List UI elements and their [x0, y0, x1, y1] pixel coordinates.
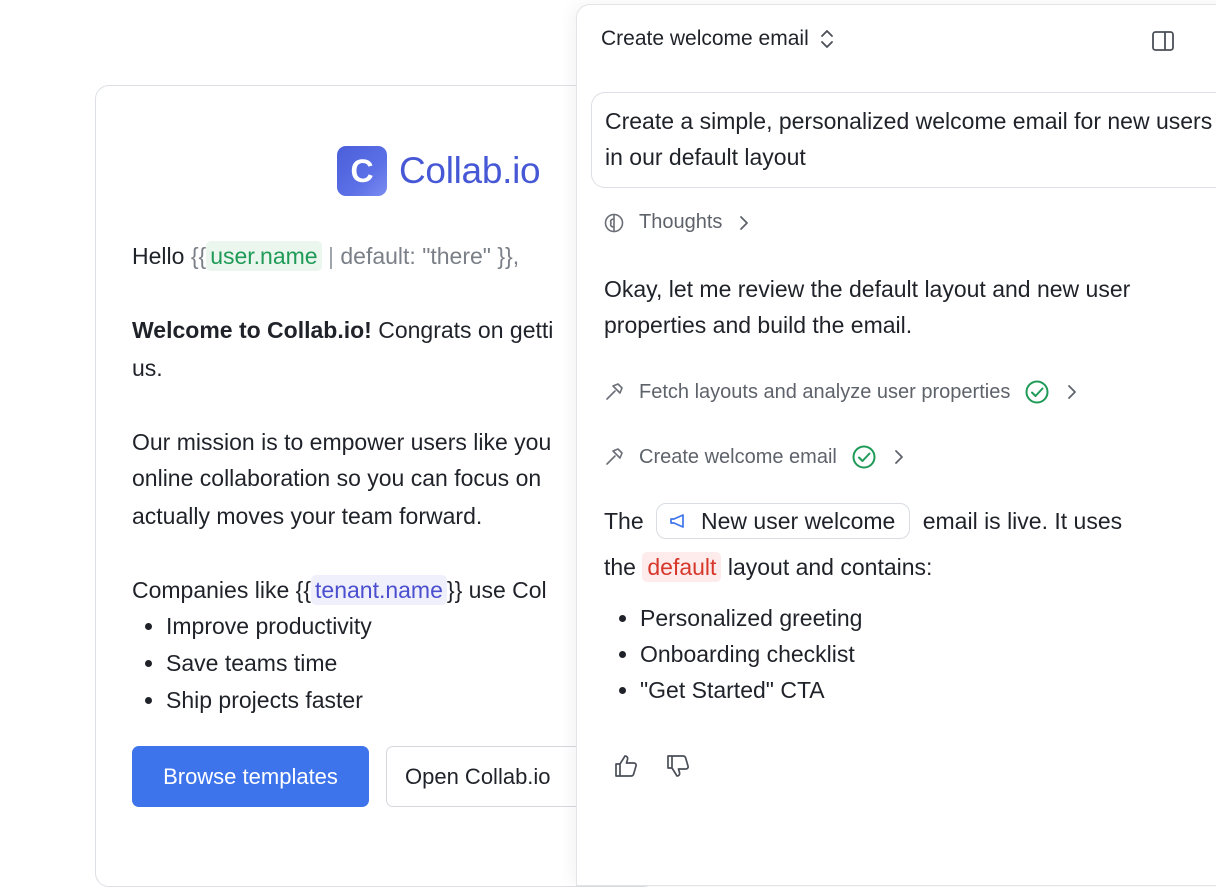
variable-tenant-name[interactable]: tenant.name	[311, 575, 447, 605]
var-open-brace: {{	[295, 577, 312, 603]
summary-line-2: the default layout and contains:	[604, 549, 932, 585]
variable-user-name[interactable]: user.name	[206, 241, 322, 271]
chevron-right-icon	[1066, 383, 1078, 401]
hammer-icon	[603, 446, 625, 468]
tool-step-label: Create welcome email	[639, 445, 837, 468]
thumbs-down-icon[interactable]	[665, 753, 691, 784]
mission-line-2: online collaboration so you can focus on	[132, 465, 542, 491]
companies-before: Companies like	[132, 577, 290, 603]
check-circle-icon	[1024, 379, 1050, 405]
panel-title: Create welcome email	[601, 27, 809, 50]
check-circle-icon	[851, 444, 877, 470]
tool-step-create[interactable]: Create welcome email	[603, 444, 905, 470]
var-close-brace: }}	[446, 577, 463, 603]
tool-step-fetch[interactable]: Fetch layouts and analyze user propertie…	[603, 379, 1078, 405]
greeting-line: Hello {{user.name | default: "there" }},	[132, 238, 519, 275]
benefit-list: Improve productivity Save teams time Shi…	[132, 608, 372, 719]
list-item: Save teams time	[166, 645, 372, 682]
variable-default: default: "there"	[340, 243, 491, 269]
assistant-reply-line-1: Okay, let me review the default layout a…	[604, 276, 1131, 302]
welcome-rest: Congrats on getti	[378, 317, 554, 343]
list-item: Onboarding checklist	[640, 636, 862, 672]
brand-logo: C Collab.io	[337, 146, 541, 196]
thoughts-label: Thoughts	[639, 211, 723, 233]
mission-line-1: Our mission is to empower users like you	[132, 429, 552, 455]
summary-line-1: The New user welcome email is live. It u…	[604, 503, 1122, 539]
user-prompt-bubble: Create a simple, personalized welcome em…	[591, 92, 1216, 188]
companies-after: use Col	[468, 577, 547, 603]
chevron-right-icon	[893, 448, 905, 466]
list-item: Personalized greeting	[640, 600, 862, 636]
user-prompt-text: Create a simple, personalized welcome em…	[605, 108, 1213, 170]
email-preview-card: C Collab.io Hello {{user.name | default:…	[95, 85, 657, 887]
welcome-bold: Welcome to Collab.io!	[132, 317, 372, 343]
summary-is-live: email is live. It uses	[922, 508, 1123, 534]
var-open-brace: {{	[190, 243, 207, 269]
summary-the: The	[604, 508, 644, 534]
template-link[interactable]: New user welcome	[656, 503, 911, 539]
summary-contains: layout and contains:	[727, 554, 933, 580]
contents-list: Personalized greeting Onboarding checkli…	[604, 600, 862, 708]
mission-line-3: actually moves your team forward.	[132, 503, 483, 529]
chevron-right-icon	[738, 214, 750, 232]
updown-chevron-icon	[819, 28, 835, 50]
layout-code: default	[642, 552, 722, 582]
brain-icon	[603, 212, 625, 234]
summary-the-2: the	[604, 554, 636, 580]
brand-mark-icon: C	[337, 146, 387, 196]
list-item: "Get Started" CTA	[640, 672, 862, 708]
panel-title-dropdown[interactable]: Create welcome email	[601, 27, 835, 51]
thumbs-up-icon[interactable]	[613, 753, 639, 784]
assistant-panel: Create welcome email Create a simple, pe…	[576, 4, 1216, 886]
open-collab-button[interactable]: Open Collab.io	[386, 746, 596, 807]
companies-line: Companies like {{tenant.name}} use Col	[132, 572, 547, 609]
greeting-hello: Hello	[132, 243, 185, 269]
list-item: Ship projects faster	[166, 682, 372, 719]
template-name: New user welcome	[701, 508, 896, 534]
assistant-reply-line-2: properties and build the email.	[604, 312, 913, 338]
sidebar-toggle-icon[interactable]	[1151, 30, 1175, 57]
welcome-line-2: us.	[132, 355, 163, 381]
hammer-icon	[603, 381, 625, 403]
brand-name: Collab.io	[399, 150, 541, 191]
list-item: Improve productivity	[166, 608, 372, 645]
browse-templates-button[interactable]: Browse templates	[132, 746, 369, 807]
tool-step-label: Fetch layouts and analyze user propertie…	[639, 380, 1011, 403]
megaphone-icon	[670, 514, 684, 528]
var-close-brace: }},	[497, 243, 520, 269]
welcome-line: Welcome to Collab.io! Congrats on getti	[132, 312, 553, 349]
default-separator: |	[327, 243, 334, 269]
thoughts-toggle[interactable]: Thoughts	[603, 211, 750, 234]
